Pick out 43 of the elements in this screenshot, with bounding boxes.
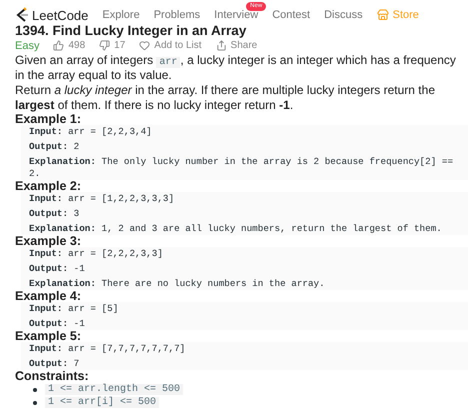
nav-link[interactable]: Explore [102,9,140,21]
thumbs-down-icon [99,40,110,51]
example-line: Explanation: There are no lucky numbers in the array. [29,278,326,290]
constraint-text: 1 <= arr[i] <= 500 [45,397,160,408]
example-line: Output: 7 [29,358,80,370]
dislike-button[interactable]: 17 [99,40,126,51]
store-icon [376,9,389,21]
example-line: Explanation: 1, 2 and 3 are all lucky numbers, return the largest of them. [29,223,443,235]
heart-icon [139,40,150,51]
difficulty-label: Easy [15,40,40,52]
logo-icon [15,7,29,23]
example-line: Output: -1 [29,318,86,330]
example-line: Output: 3 [29,208,80,220]
nav-link[interactable]: Interview [214,9,258,21]
example-heading: Example 4: [15,290,82,302]
constraints-heading: Constraints: [15,370,90,382]
example-heading: Example 1: [15,113,82,125]
bullet-icon [33,400,37,404]
example-line: Explanation: The only lucky number in the array is 2 because frequency[2] == 2. [29,156,454,180]
example-heading: Example 3: [15,235,82,247]
example-line: Input: arr = [7,7,7,7,7,7,7] [29,343,186,355]
description-paragraph: Return a lucky integer in the array. If there are multiple lucky integers return the largest of them. If there is no lucky integer return -1. [15,83,436,113]
problem-title: 1394. Find Lucky Integer in an Array [15,24,248,38]
share-icon [216,40,227,51]
example-line: Output: 2 [29,141,80,153]
example-heading: Example 2: [15,180,82,192]
thumbs-up-icon [53,40,64,51]
constraint-text: 1 <= arr.length <= 500 [45,384,184,395]
share-button[interactable]: Share [216,40,258,51]
example-line: Input: arr = [1,2,2,3,3,3] [29,193,176,205]
example-line: Input: arr = [2,2,3,4] [29,126,153,138]
nav-link[interactable]: Contest [272,9,310,21]
bullet-icon [33,388,37,392]
like-button[interactable]: 498 [53,40,86,51]
example-line: Output: -1 [29,263,86,275]
description-paragraph: Given an array of integers arr , a lucky integer is an integer which has a frequency in the array equal to its value. [15,53,457,83]
nav-link[interactable]: Problems [154,9,200,21]
example-heading: Example 5: [15,330,82,342]
example-line: Input: arr = [5] [29,303,120,315]
add-to-list-button[interactable]: Add to List [139,40,202,51]
logo-text[interactable]: LeetCode [32,8,88,22]
nav-link[interactable]: Discuss [324,9,363,21]
example-line: Input: arr = [2,2,2,3,3] [29,248,164,260]
